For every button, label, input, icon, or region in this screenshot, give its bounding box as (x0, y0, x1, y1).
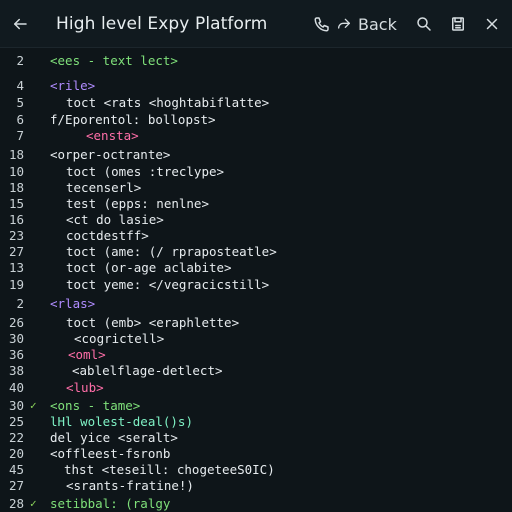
code-line[interactable]: 2 <rlas> (0, 296, 512, 312)
code-line[interactable]: 19 toct yeme: </vegracicstill> (0, 277, 512, 293)
code-line[interactable]: 27 <srants-fratine!) (0, 478, 512, 494)
code-line[interactable]: 18 tecenserl> (0, 180, 512, 196)
code-text: <rlas> (50, 296, 96, 311)
save-icon[interactable] (444, 10, 472, 38)
share-icon (338, 18, 350, 29)
code-text: <cogrictell> (74, 331, 165, 346)
code-line[interactable]: 26 toct (emb> <eraphlette> (0, 315, 512, 331)
code-line[interactable]: 27 toct (ame: (/ rpraposteatle> (0, 244, 512, 260)
code-text: <orper-octrante> (50, 147, 171, 162)
back-label: Back (358, 14, 397, 34)
code-line[interactable]: 28 ✓ setibbal: (ralgy (0, 496, 512, 512)
line-number: 4 (16, 78, 24, 93)
fold-marker-icon[interactable]: ✓ (30, 398, 37, 414)
code-text: f/Eporentol: bollopst> (50, 112, 216, 127)
code-line[interactable]: 16 <ct do lasie> (0, 212, 512, 228)
line-number: 18 (8, 180, 24, 195)
code-line[interactable]: 45 thst <teseill: chogeteeS0IC) (0, 462, 512, 478)
code-text: <srants-fratine!) (66, 478, 194, 493)
code-line[interactable]: 30 <cogrictell> (0, 331, 512, 347)
code-line[interactable]: 30 ✓ <ons - tame> (0, 398, 512, 414)
line-number: 5 (16, 95, 24, 110)
line-number: 2 (16, 296, 24, 311)
code-line[interactable]: 40 <lub> (0, 380, 512, 396)
line-number: 7 (16, 128, 24, 143)
line-number: 40 (8, 380, 24, 395)
code-line[interactable]: 22 del yice <seralt> (0, 430, 512, 446)
code-line[interactable]: 6 f/Eporentol: bollopst> (0, 112, 512, 128)
code-text: toct <rats <hoghtabiflatte> (66, 95, 270, 110)
code-line[interactable]: 15 test (epps: nenlne> (0, 196, 512, 212)
code-text: <oml> (68, 347, 106, 362)
code-text: thst <teseill: chogeteeS0IC) (64, 462, 275, 477)
line-number: 26 (8, 315, 24, 330)
code-text: test (epps: nenlne> (66, 196, 209, 211)
code-text: toct (emb> <eraphlette> (66, 315, 240, 330)
code-text: coctdestff> (66, 228, 149, 243)
line-number: 36 (8, 347, 24, 362)
code-text: toct (or-age aclabite> (66, 260, 232, 275)
code-text: setibbal: (ralgy (50, 496, 171, 511)
code-line[interactable]: 36 <oml> (0, 347, 512, 363)
line-number: 28 (8, 496, 24, 511)
code-text: lHl wolest-deal()s) (50, 414, 193, 429)
code-text: <ensta> (86, 128, 139, 143)
line-number: 45 (8, 462, 24, 477)
code-text: toct (omes :treclype> (66, 164, 225, 179)
line-number: 16 (8, 212, 24, 227)
line-number: 13 (8, 260, 24, 275)
code-line[interactable]: 20 <offleest-fsronb (0, 446, 512, 462)
code-line[interactable]: 18 <orper-octrante> (0, 147, 512, 163)
code-text: <offleest-fsronb (50, 446, 171, 461)
phone-icon[interactable] (308, 10, 336, 38)
code-line[interactable]: 38 <ablelflage-detlect> (0, 363, 512, 379)
line-number: 23 (8, 228, 24, 243)
line-number: 6 (16, 112, 24, 127)
code-text: tecenserl> (66, 180, 142, 195)
line-number: 20 (8, 446, 24, 461)
code-text: <ons - tame> (50, 398, 141, 413)
line-number: 19 (8, 277, 24, 292)
code-text: del yice <seralt> (50, 430, 178, 445)
code-line[interactable]: 5 toct <rats <hoghtabiflatte> (0, 95, 512, 111)
code-text: <rile> (50, 78, 96, 93)
code-text: toct yeme: </vegracicstill> (66, 277, 270, 292)
line-number: 27 (8, 244, 24, 259)
line-number: 38 (8, 363, 24, 378)
line-number: 27 (8, 478, 24, 493)
code-line[interactable]: 13 toct (or-age aclabite> (0, 260, 512, 276)
line-number: 25 (8, 414, 24, 429)
code-text: <ablelflage-detlect> (72, 363, 223, 378)
line-number: 2 (16, 53, 24, 68)
fold-marker-icon[interactable]: ✓ (30, 496, 37, 512)
code-text: toct (ame: (/ rpraposteatle> (66, 244, 277, 259)
code-line[interactable]: 4 <rile> (0, 78, 512, 94)
code-line[interactable]: 2 <ees - text lect> (0, 53, 512, 69)
top-bar: High level Expy Platform Back (0, 0, 512, 48)
window-title: High level Expy Platform (56, 14, 268, 34)
line-number: 30 (8, 331, 24, 346)
line-number: 10 (8, 164, 24, 179)
code-editor[interactable]: 2 <ees - text lect> 4 <rile> 5 toct <rats <ho… (0, 50, 512, 512)
code-line[interactable]: 10 toct (omes :treclype> (0, 164, 512, 180)
line-number: 15 (8, 196, 24, 211)
back-arrow-icon[interactable] (6, 10, 34, 38)
code-text: <ees - text lect> (50, 53, 178, 68)
close-icon[interactable] (478, 10, 506, 38)
back-button[interactable]: Back (336, 10, 397, 38)
line-number: 30 (8, 398, 24, 413)
search-icon[interactable] (410, 10, 438, 38)
code-line[interactable]: 23 coctdestff> (0, 228, 512, 244)
line-number: 22 (8, 430, 24, 445)
code-text: <ct do lasie> (66, 212, 164, 227)
code-line[interactable]: 25 lHl wolest-deal()s) (0, 414, 512, 430)
code-line[interactable]: 7 <ensta> (0, 128, 512, 144)
line-number: 18 (8, 147, 24, 162)
code-text: <lub> (66, 380, 104, 395)
